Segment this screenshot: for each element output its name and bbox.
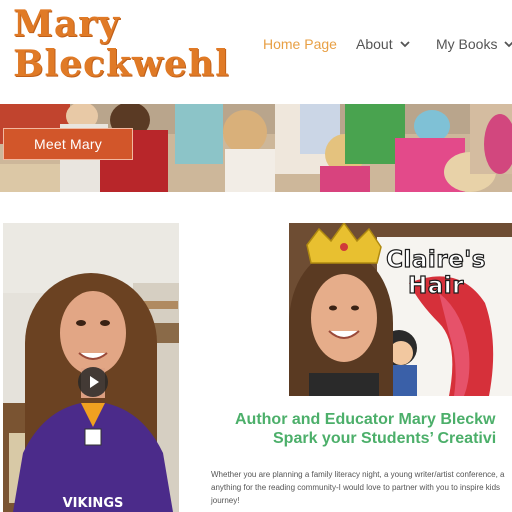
logo-line-2: Bleckwehl [13, 43, 230, 85]
book-title-line-1: Claire's [385, 246, 486, 273]
book-cover-photo: Claire's Hair [289, 223, 512, 396]
chevron-down-icon [504, 41, 512, 48]
nav-item-label: About [356, 36, 393, 52]
book-title: Claire's Hair [381, 246, 491, 299]
headline-line-1: Author and Educator Mary Bleckw [235, 411, 496, 428]
hero-banner: Meet Mary [0, 104, 512, 192]
headline-line-2: Spark your Students’ Creativi [273, 430, 497, 447]
nav-item-label: Home Page [263, 36, 337, 52]
intro-video[interactable]: VIKINGS [3, 223, 179, 512]
meet-mary-button[interactable]: Meet Mary [3, 128, 133, 160]
nav-item-about[interactable]: About [356, 36, 411, 52]
video-play-button[interactable] [78, 367, 108, 397]
play-icon [90, 376, 99, 388]
chevron-down-icon [399, 41, 410, 48]
logo-line-1: Mary [13, 3, 121, 45]
page-headline: Author and Educator Mary Bleckw Spark yo… [210, 410, 512, 448]
site-header: Mary Bleckwehl Home Page About My Books [0, 0, 512, 104]
site-logo[interactable]: Mary Bleckwehl [13, 6, 230, 82]
book-title-line-2: Hair [407, 272, 464, 299]
nav-item-home[interactable]: Home Page [263, 36, 337, 52]
nav-item-label: My Books [436, 36, 498, 52]
shirt-text: VIKINGS [63, 496, 124, 511]
intro-paragraph: Whether you are planning a family litera… [211, 470, 505, 505]
nav-item-my-books[interactable]: My Books [436, 36, 512, 52]
